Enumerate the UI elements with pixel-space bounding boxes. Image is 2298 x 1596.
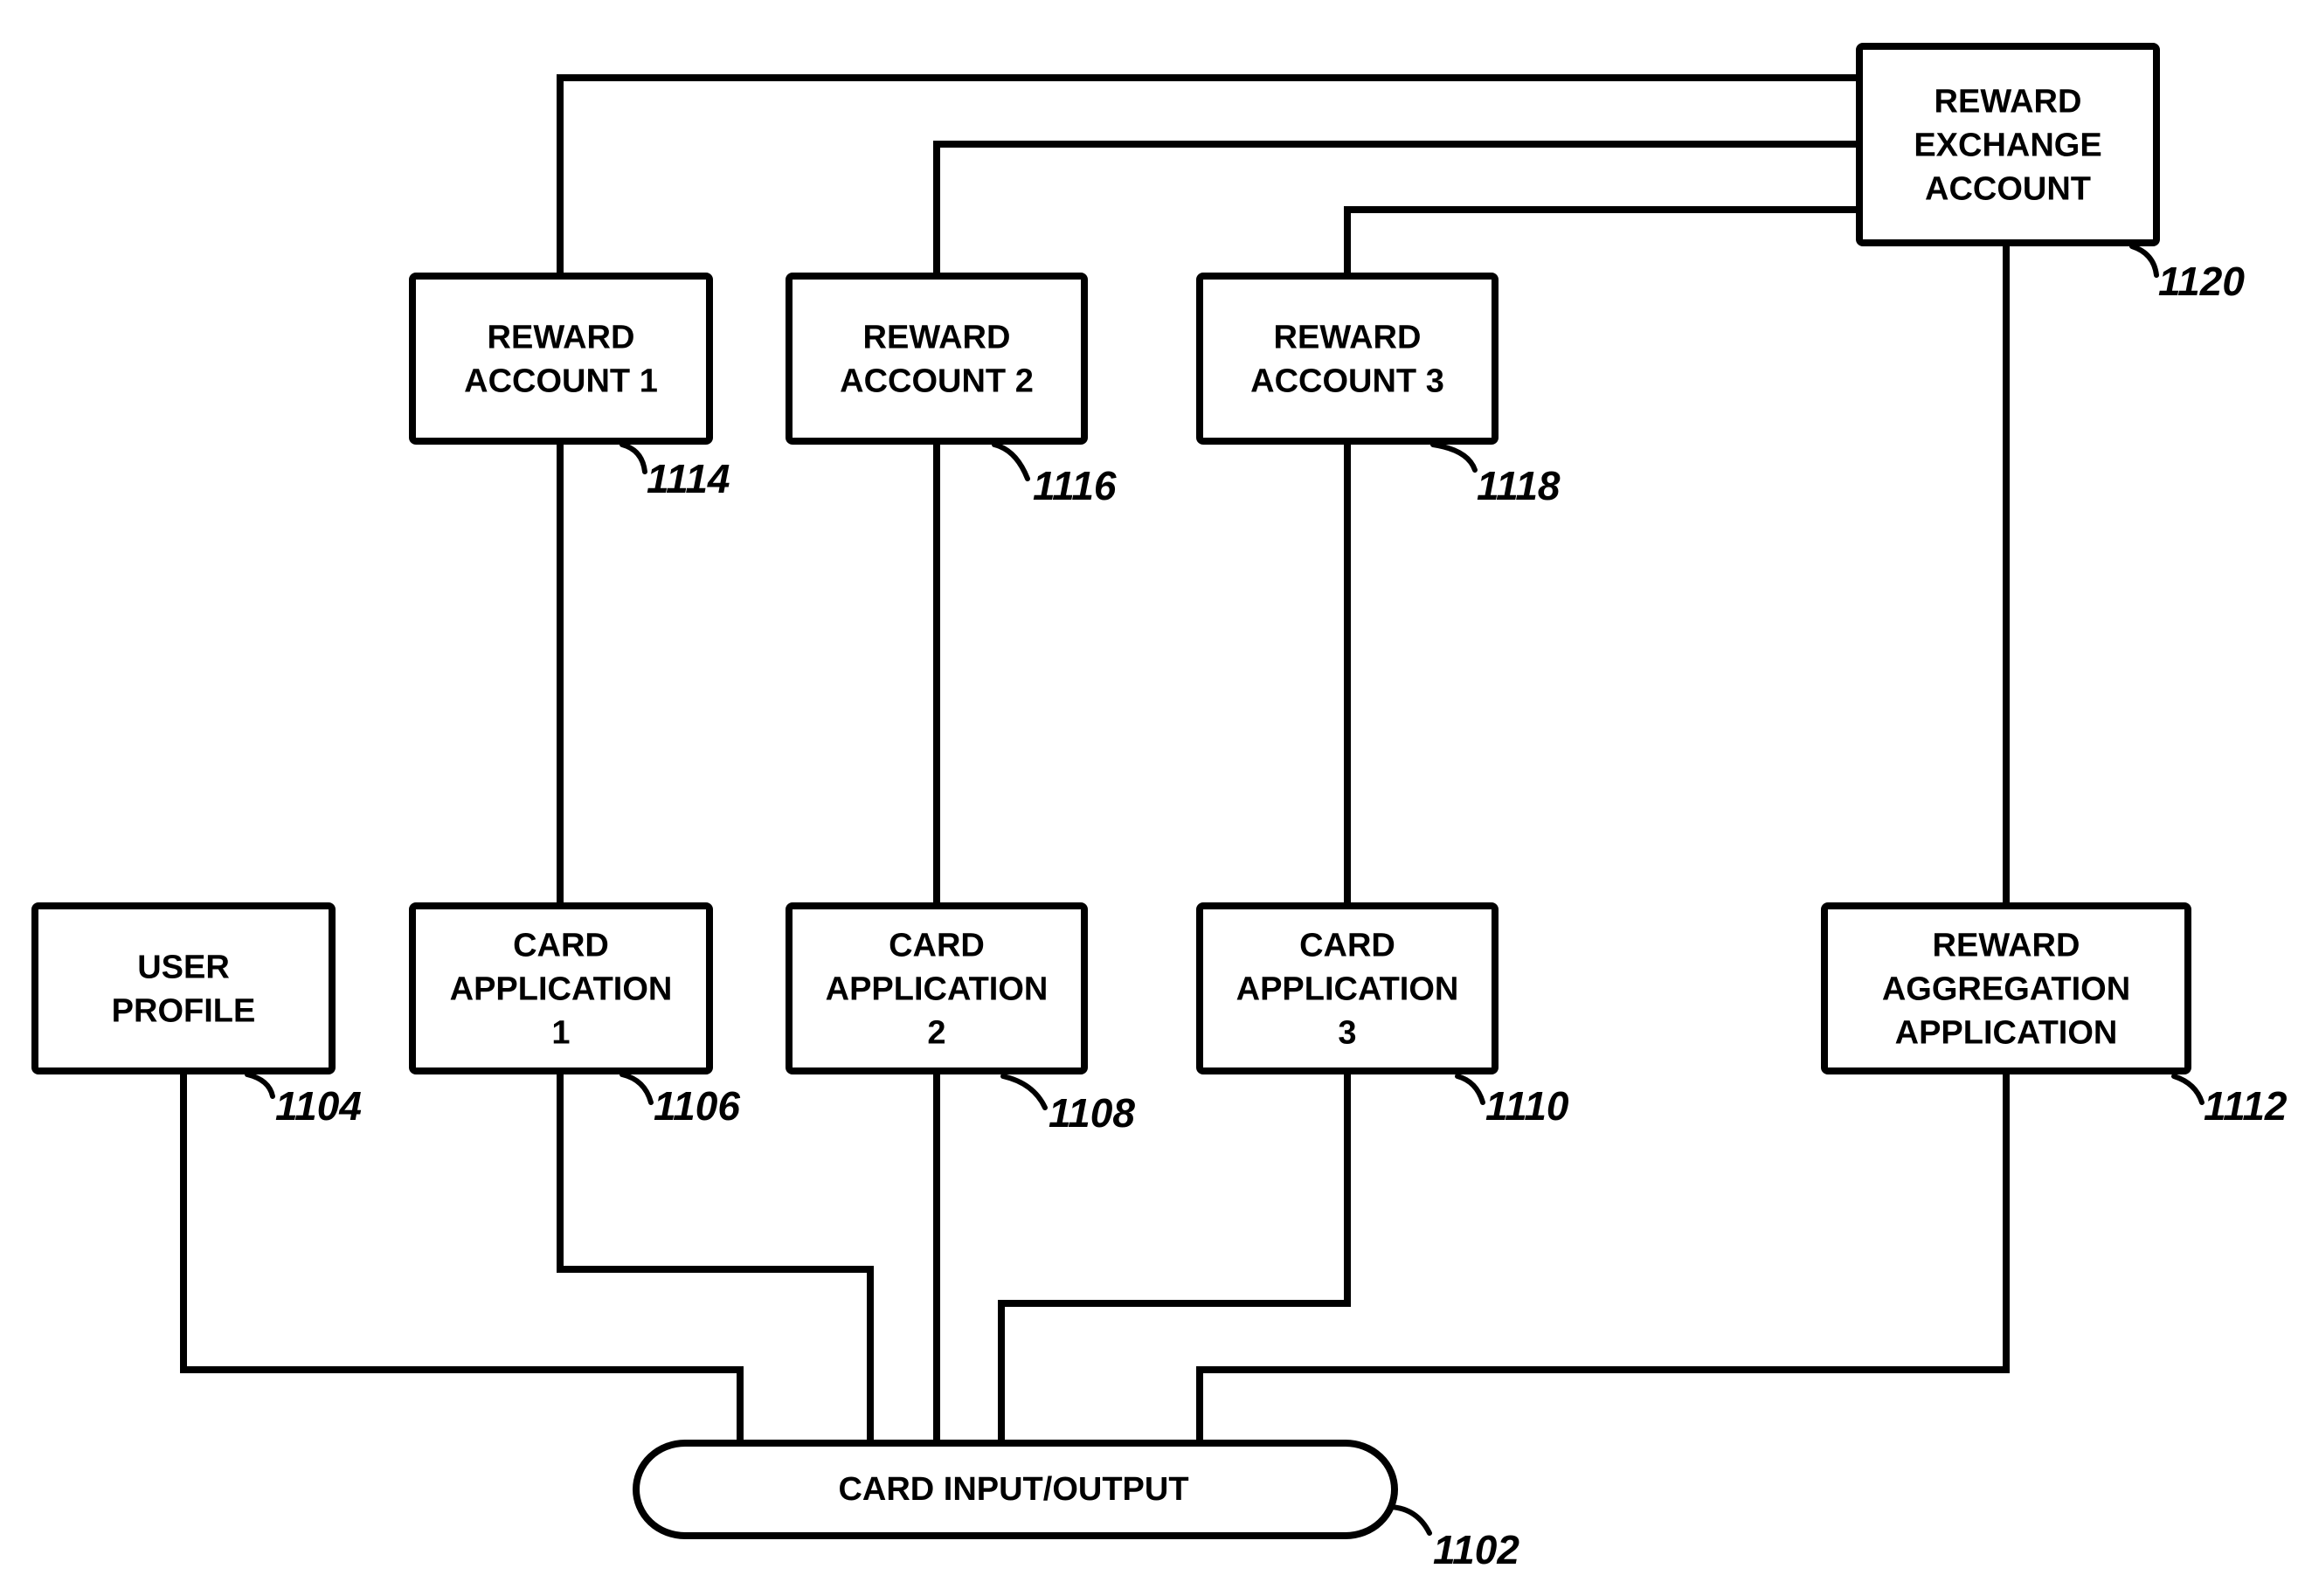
reward-exchange-account-label-line: EXCHANGE (1914, 128, 2101, 164)
reward-system-diagram: REWARD EXCHANGE ACCOUNT REWARD ACCOUNT 1 RE… (31, 43, 2288, 1572)
card-application-1-label-line: CARD (513, 928, 609, 964)
reward-aggregation-application-label-line: AGGREGATION (1882, 971, 2130, 1008)
reward-exchange-account-label-line: REWARD (1935, 84, 2082, 121)
user-profile-box: USER PROFILE (31, 902, 336, 1074)
card-application-2-label-line: APPLICATION (826, 971, 1049, 1008)
card-application-2-box: CARD APPLICATION 2 (786, 902, 1088, 1074)
reward-account-3-label-line: REWARD (1274, 320, 1422, 356)
ref-1118: 1118 (1477, 463, 1561, 508)
reward-aggregation-application-label-line: APPLICATION (1895, 1015, 2118, 1052)
user-profile-frame (31, 902, 336, 1074)
ref-1110: 1110 (1485, 1083, 1569, 1129)
leader-1114 (619, 442, 647, 474)
reward-aggregation-application-label-line: REWARD (1933, 928, 2080, 964)
reward-account-2-label-line: ACCOUNT 2 (840, 363, 1034, 400)
ref-1104: 1104 (275, 1083, 362, 1129)
leader-1118 (1430, 442, 1478, 473)
leader-1108 (1000, 1074, 1048, 1110)
card-application-3-label-line: 3 (1338, 1015, 1356, 1052)
ref-1112: 1112 (2204, 1083, 2288, 1129)
card-input-output-bus: CARD INPUT/OUTPUT (633, 1440, 1398, 1539)
reward-exchange-account-label-line: ACCOUNT (1925, 171, 2091, 208)
reward-account-3-frame (1196, 273, 1499, 445)
wire-aggregation-to-io (1196, 1067, 2010, 1447)
ref-1116: 1116 (1033, 463, 1117, 508)
ref-1120: 1120 (2158, 259, 2245, 304)
leader-1106 (619, 1072, 654, 1105)
reward-account-3-box: REWARD ACCOUNT 3 (1196, 273, 1499, 445)
reward-exchange-account-box: REWARD EXCHANGE ACCOUNT (1856, 43, 2160, 246)
card-application-2-label-line: 2 (927, 1015, 945, 1052)
card-application-1-box: CARD APPLICATION 1 (409, 902, 713, 1074)
wire-reward-account-3-to-exchange (1344, 206, 1863, 280)
wire-reward-account-1-to-exchange (557, 74, 1863, 280)
reward-account-3-label-line: ACCOUNT 3 (1250, 363, 1444, 400)
reward-account-1-label-line: ACCOUNT 1 (464, 363, 658, 400)
ref-1106: 1106 (654, 1083, 740, 1129)
card-application-1-label-line: 1 (551, 1015, 570, 1052)
leader-1110 (1455, 1074, 1485, 1105)
reward-account-1-label-line: REWARD (488, 320, 635, 356)
user-profile-label-line: PROFILE (112, 993, 256, 1030)
card-application-3-box: CARD APPLICATION 3 (1196, 902, 1499, 1074)
leader-1112 (2171, 1074, 2205, 1105)
card-input-output-label: CARD INPUT/OUTPUT (838, 1471, 1188, 1508)
leader-1116 (992, 442, 1030, 481)
reward-account-2-frame (786, 273, 1088, 445)
reward-account-1-frame (409, 273, 713, 445)
user-profile-label-line: USER (137, 950, 230, 986)
leader-1120 (2129, 244, 2159, 278)
reward-aggregation-application-box: REWARD AGGREGATION APPLICATION (1821, 902, 2191, 1074)
reward-account-2-box: REWARD ACCOUNT 2 (786, 273, 1088, 445)
ref-1114: 1114 (647, 456, 730, 501)
leader-1104 (245, 1072, 275, 1099)
leader-1102 (1388, 1504, 1432, 1536)
card-application-1-label-line: APPLICATION (450, 971, 673, 1008)
ref-1102: 1102 (1433, 1527, 1519, 1572)
ref-1108: 1108 (1049, 1090, 1135, 1136)
card-application-3-label-line: CARD (1299, 928, 1395, 964)
card-application-2-label-line: CARD (889, 928, 985, 964)
reward-account-2-label-line: REWARD (863, 320, 1011, 356)
card-application-3-label-line: APPLICATION (1236, 971, 1459, 1008)
reward-account-1-box: REWARD ACCOUNT 1 (409, 273, 713, 445)
